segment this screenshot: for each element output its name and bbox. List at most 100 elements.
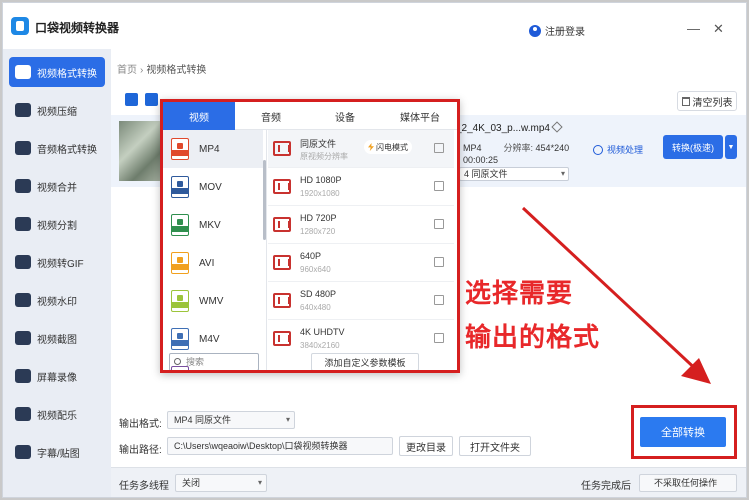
clear-list-label: 清空列表 <box>692 97 733 109</box>
user-icon <box>529 24 541 37</box>
row-output-format-select[interactable]: 4 同原文件 ▾ <box>459 167 569 181</box>
output-format-value: MP4 同原文件 <box>174 415 232 425</box>
format-tab-2[interactable]: 设备 <box>309 102 381 130</box>
minimize-button[interactable]: — <box>687 21 700 36</box>
convert-all-button[interactable]: 全部转换 <box>640 417 726 447</box>
preset-resolution: 960x640 <box>300 265 331 274</box>
convert-dropdown-button[interactable]: ▼ <box>725 135 737 159</box>
file-format-icon <box>171 328 189 350</box>
sidebar-item-7[interactable]: 视频截图 <box>9 323 105 353</box>
format-item[interactable]: MP4 <box>163 130 263 168</box>
row-output-format-value: 4 同原文件 <box>464 169 508 179</box>
video-process-label: 视频处理 <box>607 145 644 155</box>
audio-icon <box>15 141 31 155</box>
format-icon-band <box>172 188 188 194</box>
preset-item[interactable]: 4K UHDTV 3840x2160 <box>268 320 454 352</box>
edit-icon[interactable] <box>434 333 444 343</box>
format-icon-band <box>172 150 188 156</box>
preset-list: 同原文件 原视频分辨率 闪电模式 HD 1080P 1920x1080 HD 720P 12… <box>268 130 457 352</box>
preset-item[interactable]: SD 480P 640x480 <box>268 282 454 320</box>
film-icon <box>273 217 291 232</box>
sidebar-item-label: 视频格式转换 <box>37 68 97 80</box>
preset-resolution: 1280x720 <box>300 227 336 236</box>
add-folder-icon[interactable] <box>145 93 158 106</box>
edit-icon[interactable] <box>434 143 444 153</box>
sidebar-item-6[interactable]: 视频水印 <box>9 285 105 315</box>
video-process-button[interactable]: 视频处理 <box>593 143 643 156</box>
format-item-label: MOV <box>199 181 222 193</box>
preset-item[interactable]: 640P 960x640 <box>268 244 454 282</box>
preset-name: 640P <box>300 251 322 261</box>
sidebar-item-label: 视频截图 <box>37 334 77 346</box>
format-item[interactable]: AVI <box>163 244 263 282</box>
format-search-input[interactable]: 搜索 <box>169 353 259 370</box>
clear-list-button[interactable]: 清空列表 <box>677 91 737 111</box>
preset-item[interactable]: HD 720P 1280x720 <box>268 206 454 244</box>
screenshot-icon <box>15 331 31 345</box>
preset-resolution: 3840x2160 <box>300 341 340 350</box>
preset-item[interactable]: 同原文件 原视频分辨率 闪电模式 <box>268 130 454 168</box>
convert-icon <box>15 65 31 79</box>
after-done-value: 不采取任何操作 <box>654 478 718 488</box>
file-duration: 00:00:25 <box>463 155 499 165</box>
file-format-icon <box>171 252 189 274</box>
format-item-label: AVI <box>199 257 215 269</box>
output-path-label: 输出路径: <box>119 445 162 456</box>
format-tab-3[interactable]: 媒体平台 <box>383 102 457 130</box>
format-icon-mark <box>177 143 183 149</box>
sidebar-item-9[interactable]: 视频配乐 <box>9 399 105 429</box>
file-format-icon <box>171 138 189 160</box>
edit-icon[interactable] <box>434 257 444 267</box>
sidebar-item-10[interactable]: 字幕/贴图 <box>9 437 105 467</box>
preset-item[interactable]: HD 1080P 1920x1080 <box>268 168 454 206</box>
format-icon-band <box>172 264 188 270</box>
sidebar-item-3[interactable]: 视频合并 <box>9 171 105 201</box>
format-list: MP4 MOV MKV AVI WMV M4V MPG <box>163 130 267 370</box>
edit-icon[interactable] <box>434 181 444 191</box>
edit-icon[interactable] <box>434 295 444 305</box>
chevron-down-icon: ▾ <box>257 478 262 487</box>
close-button[interactable]: ✕ <box>713 21 724 37</box>
sidebar-item-4[interactable]: 视频分割 <box>9 209 105 239</box>
sidebar-item-5[interactable]: 视频转GIF <box>9 247 105 277</box>
arrow-shaft <box>521 206 703 376</box>
format-tab-1[interactable]: 音频 <box>235 102 307 130</box>
sidebar-item-2[interactable]: 音频格式转换 <box>9 133 105 163</box>
add-file-icon[interactable] <box>125 93 138 106</box>
multithread-select[interactable]: 关闭 ▾ <box>175 474 267 492</box>
open-folder-button[interactable]: 打开文件夹 <box>459 436 531 456</box>
rename-pencil-icon[interactable] <box>551 121 563 133</box>
app-window: 口袋视频转换器 注册登录 — ✕ 视频格式转换 视频压缩 音频格式转换 视频合并 视频分… <box>2 2 747 498</box>
add-custom-template-button[interactable]: 添加自定义参数模板 <box>311 353 419 370</box>
multithread-label: 任务多线程 <box>119 481 169 492</box>
change-directory-button[interactable]: 更改目录 <box>399 436 453 456</box>
after-done-select[interactable]: 不采取任何操作 <box>639 474 737 492</box>
lightning-icon <box>368 143 374 151</box>
format-item[interactable]: MOV <box>163 168 263 206</box>
footer-bar: 任务多线程 关闭 ▾ 任务完成后 不采取任何操作 <box>111 467 746 497</box>
file-resolution: 454*240 <box>535 143 570 153</box>
sidebar-item-1[interactable]: 视频压缩 <box>9 95 105 125</box>
format-tab-0[interactable]: 视频 <box>163 102 235 130</box>
file-format-icon <box>171 176 189 198</box>
format-item[interactable]: WMV <box>163 282 263 320</box>
format-icon-band <box>172 302 188 308</box>
multithread-value: 关闭 <box>182 478 201 488</box>
format-item[interactable]: MKV <box>163 206 263 244</box>
format-list-scrollbar[interactable] <box>263 160 266 240</box>
after-done-label: 任务完成后 <box>581 481 631 492</box>
sidebar-item-0[interactable]: 视频格式转换 <box>9 57 105 87</box>
split-icon <box>15 217 31 231</box>
output-format-select[interactable]: MP4 同原文件 ▾ <box>167 411 295 429</box>
preset-resolution: 原视频分辨率 <box>300 152 348 161</box>
output-path-input[interactable]: C:\Users\wqeaoiw\Desktop\口袋视频转换器 <box>167 437 393 455</box>
format-icon-band <box>172 226 188 232</box>
sidebar-item-8[interactable]: 屏幕录像 <box>9 361 105 391</box>
gif-icon <box>15 255 31 269</box>
scissors-icon <box>593 144 603 155</box>
file-format-icon <box>171 214 189 236</box>
login-button[interactable]: 注册登录 <box>529 23 585 38</box>
edit-icon[interactable] <box>434 219 444 229</box>
convert-button[interactable]: 转换(极速) <box>663 135 723 159</box>
breadcrumb-home[interactable]: 首页 <box>117 65 137 76</box>
